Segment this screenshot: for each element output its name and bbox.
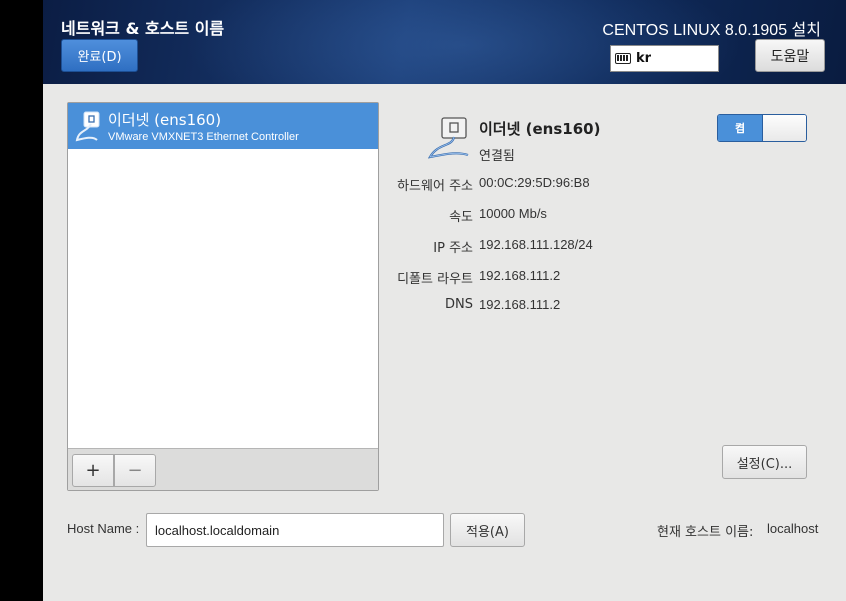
toggle-on-label: 켬 bbox=[718, 115, 762, 141]
keyboard-icon bbox=[615, 53, 631, 64]
ethernet-icon bbox=[428, 117, 469, 159]
toggle-knob[interactable] bbox=[762, 115, 806, 141]
keyboard-layout-label: kr bbox=[636, 51, 652, 66]
device-toolbar: + − bbox=[68, 448, 378, 490]
default-route-label: 디폴트 라우트 bbox=[397, 272, 473, 287]
ip-address-label: IP 주소 bbox=[433, 241, 473, 256]
ip-address-value: 192.168.111.128/24 bbox=[479, 237, 593, 252]
speed-label: 속도 bbox=[449, 210, 473, 225]
settings-button[interactable]: 설정(C)... bbox=[722, 445, 807, 479]
dns-value: 192.168.111.2 bbox=[479, 297, 561, 312]
device-list-panel: 이더넷 (ens160) VMware VMXNET3 Ethernet Con… bbox=[67, 102, 379, 491]
host-name-input[interactable] bbox=[146, 513, 444, 547]
connection-status: 연결됨 bbox=[479, 149, 515, 164]
connection-name: 이더넷 (ens160) bbox=[479, 120, 601, 138]
default-route-value: 192.168.111.2 bbox=[479, 268, 561, 283]
installer-screen: 네트워크 & 호스트 이름 완료(D) CENTOS LINUX 8.0.190… bbox=[43, 0, 846, 601]
product-title: CENTOS LINUX 8.0.1905 설치 bbox=[602, 22, 821, 39]
add-device-button[interactable]: + bbox=[72, 454, 114, 487]
current-host-label: 현재 호스트 이름: bbox=[657, 525, 754, 540]
apply-button[interactable]: 적용(A) bbox=[450, 513, 525, 547]
done-button[interactable]: 완료(D) bbox=[61, 39, 138, 72]
hardware-address-label: 하드웨어 주소 bbox=[397, 179, 473, 194]
device-list-item[interactable]: 이더넷 (ens160) VMware VMXNET3 Ethernet Con… bbox=[68, 103, 378, 149]
help-button[interactable]: 도움말 bbox=[755, 39, 825, 72]
hardware-address-value: 00:0C:29:5D:96:B8 bbox=[479, 175, 590, 190]
ethernet-icon bbox=[75, 111, 100, 142]
current-host-value: localhost bbox=[767, 521, 819, 536]
header-bar: 네트워크 & 호스트 이름 완료(D) CENTOS LINUX 8.0.190… bbox=[43, 0, 846, 84]
device-description: VMware VMXNET3 Ethernet Controller bbox=[108, 131, 299, 143]
page-title: 네트워크 & 호스트 이름 bbox=[61, 19, 225, 38]
keyboard-layout-indicator[interactable]: kr bbox=[610, 45, 719, 72]
host-name-label: Host Name : bbox=[67, 521, 140, 536]
device-name: 이더넷 (ens160) bbox=[108, 111, 222, 129]
speed-value: 10000 Mb/s bbox=[479, 206, 547, 221]
dns-label: DNS bbox=[445, 297, 473, 312]
remove-device-button[interactable]: − bbox=[114, 454, 156, 487]
connection-toggle[interactable]: 켬 bbox=[717, 114, 807, 142]
